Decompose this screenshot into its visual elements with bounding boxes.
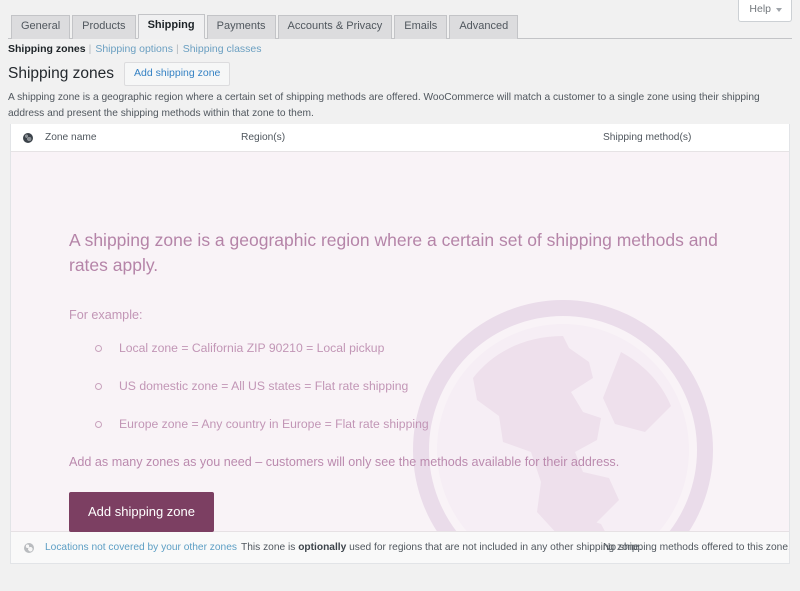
page-header: Shipping zones Add shipping zone bbox=[8, 62, 231, 86]
column-header-regions: Region(s) bbox=[241, 132, 286, 143]
list-item: Local zone = California ZIP 90210 = Loca… bbox=[95, 339, 789, 357]
tab-general[interactable]: General bbox=[11, 15, 71, 39]
regions-text-prefix: This zone is bbox=[241, 542, 299, 553]
help-label: Help bbox=[749, 3, 771, 15]
regions-text-emphasis: optionally bbox=[298, 542, 347, 553]
empty-state-example-list: Local zone = California ZIP 90210 = Loca… bbox=[69, 339, 789, 434]
regions-cell: This zone is optionally used for regions… bbox=[241, 542, 642, 553]
tab-shipping[interactable]: Shipping bbox=[137, 14, 205, 39]
subnav-item-shipping-classes[interactable]: Shipping classes bbox=[183, 43, 262, 55]
empty-state-closing-text: Add as many zones as you need – customer… bbox=[69, 455, 620, 470]
subnav-separator-1: | bbox=[88, 43, 92, 55]
globe-icon bbox=[23, 132, 33, 143]
regions-text-suffix: used for regions that are not included i… bbox=[346, 542, 642, 553]
zone-name-cell: Locations not covered by your other zone… bbox=[45, 542, 237, 553]
globe-icon bbox=[24, 542, 34, 553]
tab-payments[interactable]: Payments bbox=[206, 15, 276, 39]
table-empty-state: A shipping zone is a geographic region w… bbox=[11, 152, 789, 532]
list-item: Europe zone = Any country in Europe = Fl… bbox=[95, 415, 789, 433]
subnav-separator-2: | bbox=[175, 43, 179, 55]
tab-emails[interactable]: Emails bbox=[394, 15, 448, 39]
column-header-zone-name: Zone name bbox=[45, 132, 97, 143]
settings-tabs: General Products Shipping Payments Accou… bbox=[8, 14, 792, 39]
empty-state-heading: A shipping zone is a geographic region w… bbox=[69, 230, 718, 275]
empty-state-content: A shipping zone is a geographic region w… bbox=[11, 152, 789, 532]
column-header-shipping-methods: Shipping method(s) bbox=[603, 132, 692, 143]
subnav-item-shipping-zones: Shipping zones bbox=[8, 43, 86, 55]
page-title: Shipping zones bbox=[8, 64, 114, 82]
chevron-down-icon bbox=[776, 8, 782, 13]
shipping-zones-page: Help General Products Shipping Payments … bbox=[0, 0, 800, 591]
shipping-zones-table: Zone name Region(s) Shipping method(s) A… bbox=[10, 124, 790, 564]
locations-not-covered-link[interactable]: Locations not covered by your other zone… bbox=[45, 542, 237, 553]
subnav-item-shipping-options[interactable]: Shipping options bbox=[95, 43, 173, 55]
tab-advanced[interactable]: Advanced bbox=[449, 15, 519, 39]
shipping-methods-cell: No shipping methods offered to this zone… bbox=[603, 542, 790, 553]
page-description: A shipping zone is a geographic region w… bbox=[8, 92, 760, 119]
tab-products[interactable]: Products bbox=[72, 15, 136, 39]
table-header-row: Zone name Region(s) Shipping method(s) bbox=[11, 124, 789, 152]
shipping-subnav: Shipping zones | Shipping options | Ship… bbox=[8, 43, 262, 55]
add-shipping-zone-button-primary[interactable]: Add shipping zone bbox=[69, 492, 214, 532]
list-item: US domestic zone = All US states = Flat … bbox=[95, 377, 789, 395]
add-shipping-zone-button-top[interactable]: Add shipping zone bbox=[124, 62, 231, 86]
table-row: Locations not covered by your other zone… bbox=[11, 531, 789, 563]
tab-accounts-privacy[interactable]: Accounts & Privacy bbox=[277, 15, 393, 39]
empty-state-example-label: For example: bbox=[69, 307, 143, 322]
